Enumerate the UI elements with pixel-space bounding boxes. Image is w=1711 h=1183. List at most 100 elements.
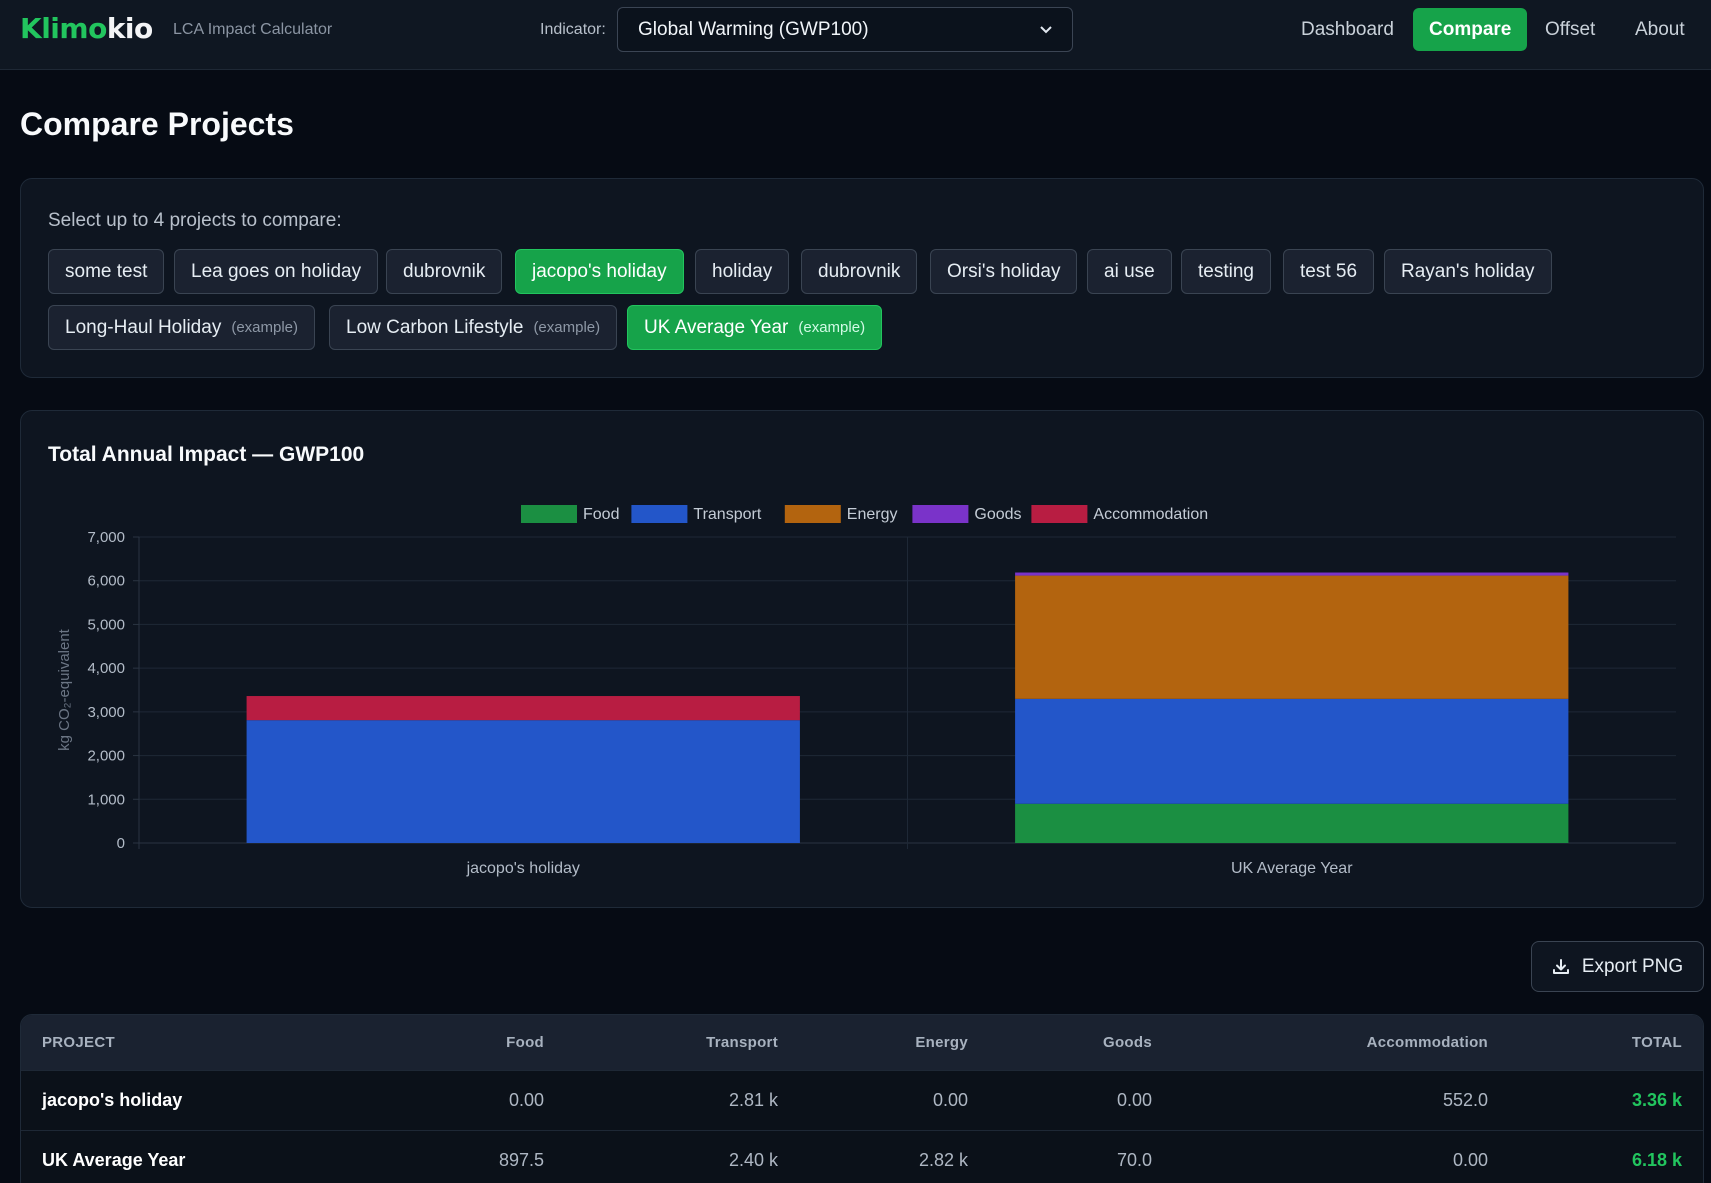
- brand-logo[interactable]: Klimokio: [20, 12, 153, 45]
- comparison-table: PROJECT Food Transport Energy Goods Acco…: [20, 1014, 1704, 1183]
- chart-card: Total Annual Impact — GWP100 0 1,000 2,000…: [20, 410, 1704, 908]
- column-header: PROJECT: [42, 1033, 115, 1051]
- table-header-row: PROJECT Food Transport Energy Goods Acco…: [21, 1015, 1703, 1070]
- project-chip[interactable]: some test: [48, 249, 165, 294]
- legend-label: Transport: [693, 506, 761, 523]
- project-chip-label: dubrovnik: [818, 260, 901, 282]
- column-header: TOTAL: [1631, 1033, 1682, 1051]
- indicator-label: Indicator:: [540, 21, 606, 38]
- nav-dashboard[interactable]: Dashboard: [1285, 8, 1410, 51]
- cell-goods: 70.0: [1116, 1149, 1152, 1170]
- project-chip[interactable]: dubrovnik: [801, 249, 918, 294]
- bar-segment-transport: [246, 720, 800, 843]
- cell-project: jacopo's holiday: [42, 1089, 183, 1110]
- export-png-label: Export PNG: [1581, 955, 1684, 977]
- legend-swatch: [912, 505, 969, 523]
- cell-transport: 2.81 k: [728, 1089, 778, 1110]
- page-title: Compare Projects: [20, 106, 294, 142]
- project-chip[interactable]: Long-Haul Holiday (example): [48, 305, 316, 350]
- legend-label: Accommodation: [1093, 506, 1208, 523]
- y-tick-label: 7,000: [87, 529, 125, 546]
- y-tick-label: 5,000: [87, 616, 125, 633]
- project-chip-label: UK Average Year: [644, 316, 789, 338]
- cell-accommodation: 552.0: [1442, 1089, 1488, 1110]
- indicator-select[interactable]: Global Warming (GWP100): [617, 7, 1073, 52]
- bar-segment-goods: [1015, 572, 1569, 576]
- project-chip-label: Rayan's holiday: [1401, 260, 1535, 282]
- legend-swatch: [784, 505, 841, 523]
- column-header: Energy: [915, 1033, 968, 1051]
- example-tag: (example): [798, 319, 866, 336]
- cell-total: 6.18 k: [1631, 1149, 1682, 1170]
- chevron-down-icon: [1040, 25, 1052, 33]
- brand-logo-part1: Klimo: [20, 12, 107, 45]
- bar-segment-accommodation: [246, 696, 800, 721]
- cell-food: 897.5: [498, 1149, 544, 1170]
- project-chip-label: ai use: [1104, 260, 1155, 282]
- legend-label: Energy: [847, 506, 898, 523]
- project-chip[interactable]: Lea goes on holiday: [174, 249, 379, 294]
- project-chip-label: Orsi's holiday: [947, 260, 1061, 282]
- project-chip[interactable]: ai use: [1087, 249, 1172, 294]
- project-chip[interactable]: dubrovnik: [386, 249, 503, 294]
- x-tick-label: UK Average Year: [1231, 860, 1353, 877]
- export-png-button[interactable]: Export PNG: [1531, 941, 1704, 992]
- y-tick-label: 0: [117, 835, 125, 852]
- y-tick-label: 4,000: [87, 660, 125, 677]
- nav-offset[interactable]: Offset: [1529, 8, 1611, 51]
- example-tag: (example): [231, 319, 299, 336]
- app-subtitle: LCA Impact Calculator: [173, 21, 333, 38]
- cell-total: 3.36 k: [1631, 1089, 1682, 1110]
- example-tag: (example): [533, 319, 601, 336]
- project-chip[interactable]: Orsi's holiday: [930, 249, 1078, 294]
- column-header: Accommodation: [1366, 1033, 1488, 1051]
- project-chip[interactable]: holiday: [695, 249, 790, 294]
- download-icon: [1552, 958, 1569, 974]
- cell-transport: 2.40 k: [728, 1149, 778, 1170]
- indicator-select-value: Global Warming (GWP100): [638, 18, 869, 40]
- cell-food: 0.00: [508, 1089, 544, 1110]
- project-chip-label: jacopo's holiday: [532, 260, 667, 282]
- project-chip-label: testing: [1198, 260, 1254, 282]
- project-chip-label: holiday: [712, 260, 773, 282]
- column-header: Transport: [706, 1033, 778, 1051]
- cell-accommodation: 0.00: [1452, 1149, 1488, 1170]
- project-chip-label: dubrovnik: [403, 260, 486, 282]
- project-selector-label: Select up to 4 projects to compare:: [48, 210, 342, 231]
- cell-energy: 2.82 k: [918, 1149, 968, 1170]
- legend-label: Food: [583, 506, 619, 523]
- bar-segment-energy: [1015, 575, 1569, 699]
- x-tick-label: jacopo's holiday: [466, 860, 580, 877]
- project-chip-selected[interactable]: jacopo's holiday: [515, 249, 684, 294]
- table-row[interactable]: UK Average Year 897.5 2.40 k 2.82 k 70.0…: [21, 1130, 1703, 1183]
- stacked-bar-chart: 0 1,000 2,000 3,000 4,000 5,000 6,000 7,000 kg C…: [56, 505, 1676, 877]
- project-chip-label: Long-Haul Holiday: [65, 316, 222, 338]
- project-chip-label: some test: [65, 260, 148, 282]
- y-tick-label: 6,000: [87, 573, 125, 590]
- cell-energy: 0.00: [932, 1089, 968, 1110]
- project-chip[interactable]: testing: [1181, 249, 1271, 294]
- nav-compare[interactable]: Compare: [1413, 8, 1528, 51]
- project-chip-label: test 56: [1300, 260, 1358, 282]
- top-navbar: Klimokio LCA Impact Calculator Indicator…: [0, 0, 1711, 70]
- legend-swatch: [521, 505, 577, 523]
- brand-logo-part2: kio: [106, 12, 153, 45]
- project-chip-selected[interactable]: UK Average Year (example): [627, 305, 883, 350]
- project-chip-label: Low Carbon Lifestyle: [346, 316, 524, 338]
- y-axis-label: kg CO₂-equivalent: [56, 628, 73, 751]
- y-tick-label: 2,000: [87, 748, 125, 765]
- legend-label: Goods: [974, 506, 1021, 523]
- nav-about[interactable]: About: [1619, 8, 1701, 51]
- y-tick-label: 3,000: [87, 704, 125, 721]
- legend-swatch: [1031, 505, 1088, 523]
- column-header: Food: [506, 1033, 544, 1051]
- cell-project: UK Average Year: [42, 1149, 186, 1170]
- project-chip[interactable]: test 56: [1283, 249, 1375, 294]
- project-chip[interactable]: Rayan's holiday: [1384, 249, 1552, 294]
- cell-goods: 0.00: [1116, 1089, 1152, 1110]
- bar-segment-transport: [1015, 698, 1569, 804]
- table-row[interactable]: jacopo's holiday 0.00 2.81 k 0.00 0.00 5…: [21, 1070, 1703, 1130]
- bar-segment-food: [1015, 803, 1569, 843]
- project-chip[interactable]: Low Carbon Lifestyle (example): [329, 305, 618, 350]
- project-selector-card: Select up to 4 projects to compare: some…: [20, 178, 1704, 378]
